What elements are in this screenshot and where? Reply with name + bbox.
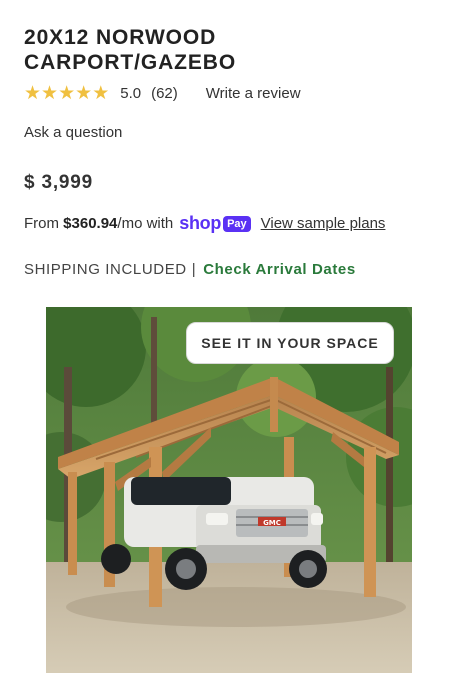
product-title-line-1: 20X12 NORWOOD	[24, 26, 217, 49]
ask-question-link[interactable]: Ask a question	[24, 124, 122, 141]
product-title-line-2: CARPORT/GAZEBO	[24, 51, 237, 74]
rating-value: 5.0	[120, 84, 142, 102]
star-icon: ★	[24, 82, 42, 104]
check-arrival-dates-link[interactable]: Check Arrival Dates	[203, 261, 356, 278]
shipping-row: SHIPPING INCLUDED | Check Arrival Dates	[24, 261, 356, 278]
star-icon: ★	[75, 82, 93, 104]
shipping-included-text: SHIPPING INCLUDED	[24, 261, 187, 278]
see-it-in-your-space-button[interactable]: SEE IT IN YOUR SPACE	[186, 322, 394, 364]
product-price: $ 3,999	[24, 172, 93, 193]
financing-per-month: /mo with	[117, 215, 174, 232]
financing-row: From $360.94/mo with shop Pay View sampl…	[24, 213, 385, 234]
rating-row: ★ ★ ★ ★ ★ 5.0 (62) Write a review	[24, 82, 301, 104]
shop-pay-logo: shop Pay	[179, 213, 251, 234]
star-rating[interactable]: ★ ★ ★ ★ ★	[24, 84, 109, 103]
view-sample-plans-link[interactable]: View sample plans	[261, 215, 386, 232]
write-review-link[interactable]: Write a review	[206, 85, 301, 102]
product-title: 20X12 NORWOOD CARPORT/GAZEBO	[24, 25, 444, 75]
star-icon: ★	[58, 82, 76, 104]
shipping-separator: |	[191, 261, 197, 278]
star-icon: ★	[92, 82, 110, 104]
shop-wordmark: shop	[179, 213, 222, 233]
financing-from: From	[24, 215, 59, 232]
financing-amount: $360.94	[63, 215, 118, 232]
pay-badge: Pay	[223, 215, 251, 232]
star-icon: ★	[41, 82, 59, 104]
review-count[interactable]: (62)	[151, 85, 178, 102]
gmc-badge: GMC	[263, 519, 281, 527]
